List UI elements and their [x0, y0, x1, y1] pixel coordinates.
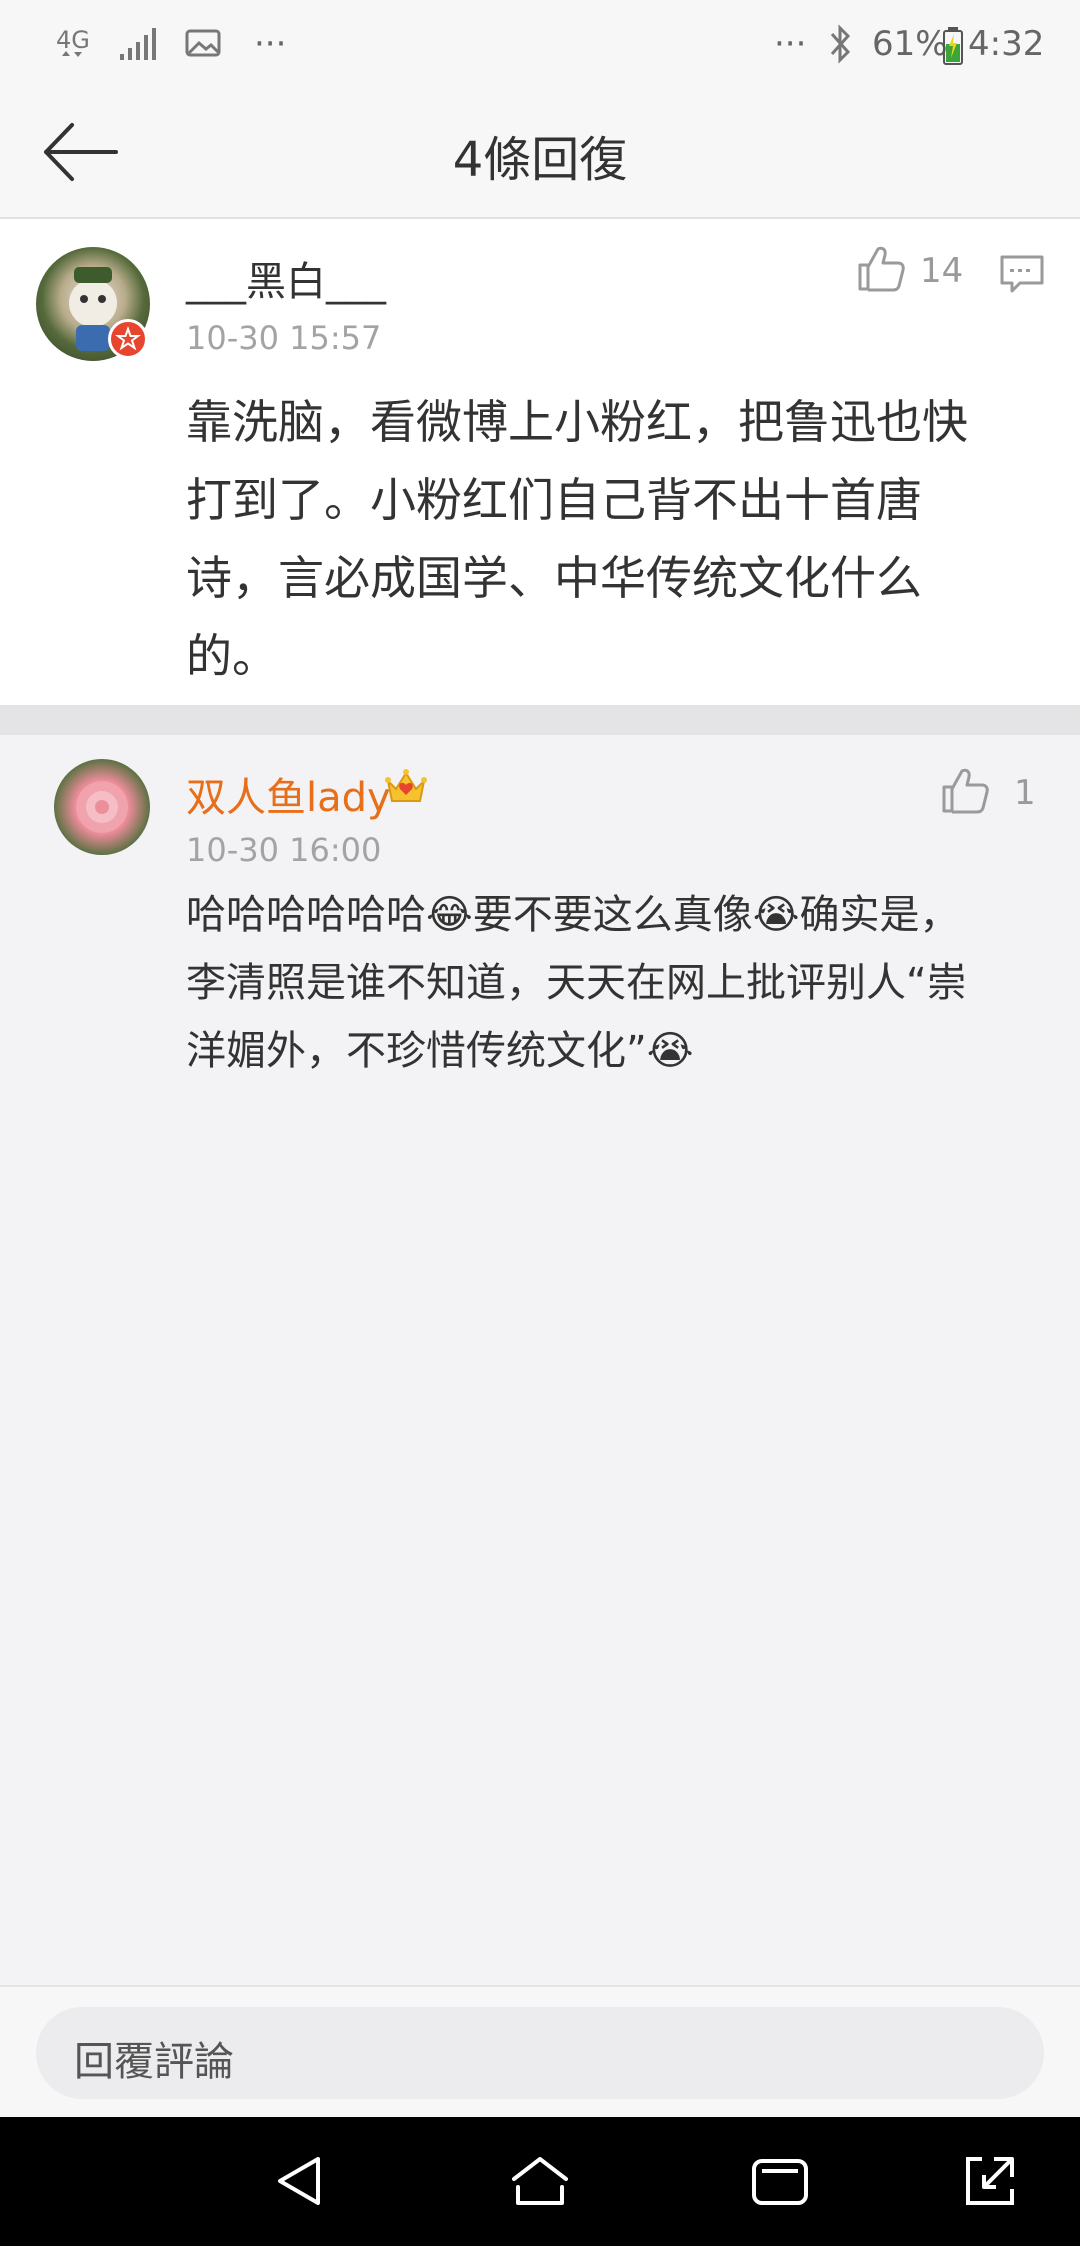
status-time: 4:32	[968, 24, 1045, 64]
page-title: 4條回復	[452, 132, 628, 188]
status-more-left: ···	[254, 24, 287, 64]
comment-text: 靠洗脑，看微博上小粉红，把鲁迅也快 打到了。小粉红们自己背不出十首唐 诗，言必成…	[186, 383, 1046, 695]
comment-timestamp: 10-30 16:00	[186, 831, 382, 869]
thumbs-up-icon	[858, 246, 905, 292]
nav-screen-toggle-button[interactable]	[960, 2151, 1020, 2211]
home-icon	[512, 2157, 568, 2205]
reply-input[interactable]: 回覆評論	[36, 2007, 1044, 2099]
thumbs-up-icon	[942, 768, 989, 814]
image-notification-icon	[184, 28, 224, 60]
nav-home-button[interactable]	[508, 2153, 572, 2209]
status-more-right: ···	[774, 24, 807, 64]
comment-timestamp: 10-30 15:57	[186, 319, 382, 357]
svg-text:4G: 4G	[56, 26, 90, 54]
network-4g-icon: 4G	[54, 26, 94, 70]
comment-text-line: 打到了。小粉红们自己背不出十首唐	[186, 473, 922, 527]
like-count: 14	[920, 251, 964, 291]
comment-text-line: 哈哈哈哈哈哈😂要不要这么真像😭确实是，	[186, 892, 960, 938]
reply-placeholder: 回覆評論	[74, 2039, 234, 2085]
nav-recents-button[interactable]	[750, 2157, 810, 2207]
comment-username[interactable]: ___黑白___	[186, 249, 386, 307]
comment-text-line: 诗，言必成国学、中华传统文化什么	[186, 551, 922, 605]
comment-card-2: 双人鱼lady 10-30 16:00 1 哈哈哈哈哈哈😂要不要这么真像😭确实是…	[0, 735, 1080, 1985]
bluetooth-icon	[826, 22, 856, 66]
comment-username[interactable]: 双人鱼lady	[186, 765, 391, 823]
signal-bars-icon	[118, 26, 162, 62]
system-nav-bar	[0, 2117, 1080, 2246]
comment-button[interactable]	[998, 253, 1046, 297]
crown-badge-icon	[382, 763, 430, 811]
comment-text-line: 洋媚外，不珍惜传统文化”😭	[186, 1028, 694, 1074]
recents-icon	[752, 2159, 808, 2205]
comment-card-1: ___黑白___ 10-30 15:57 14 靠洗脑，看微博上小粉红，把鲁迅也…	[0, 219, 1080, 705]
nav-back-button[interactable]	[270, 2153, 330, 2209]
comment-text: 哈哈哈哈哈哈😂要不要这么真像😭确实是， 李清照是谁不知道，天天在网上批评别人“崇…	[186, 881, 1056, 1085]
expand-icon	[966, 2157, 1014, 2205]
verified-badge-icon	[108, 319, 148, 359]
top-nav-bar: 4條回復	[0, 92, 1080, 219]
status-bar: 4G ··· ··· 61% 4:32	[0, 0, 1080, 92]
comment-icon	[1000, 255, 1044, 293]
divider	[0, 705, 1080, 735]
like-count: 1	[1014, 773, 1036, 813]
like-button[interactable]: 1	[940, 765, 1050, 821]
comment-text-line: 靠洗脑，看微博上小粉红，把鲁迅也快	[186, 395, 968, 449]
like-button[interactable]: 14	[856, 243, 986, 299]
battery-icon	[942, 26, 964, 66]
avatar[interactable]	[54, 759, 150, 855]
comment-text-line: 李清照是谁不知道，天天在网上批评别人“崇	[186, 960, 967, 1006]
comment-text-line: 的。	[186, 629, 278, 683]
triangle-back-icon	[278, 2157, 320, 2205]
battery-percent: 61%	[872, 24, 948, 64]
reply-bar: 回覆評論	[0, 1985, 1080, 2119]
